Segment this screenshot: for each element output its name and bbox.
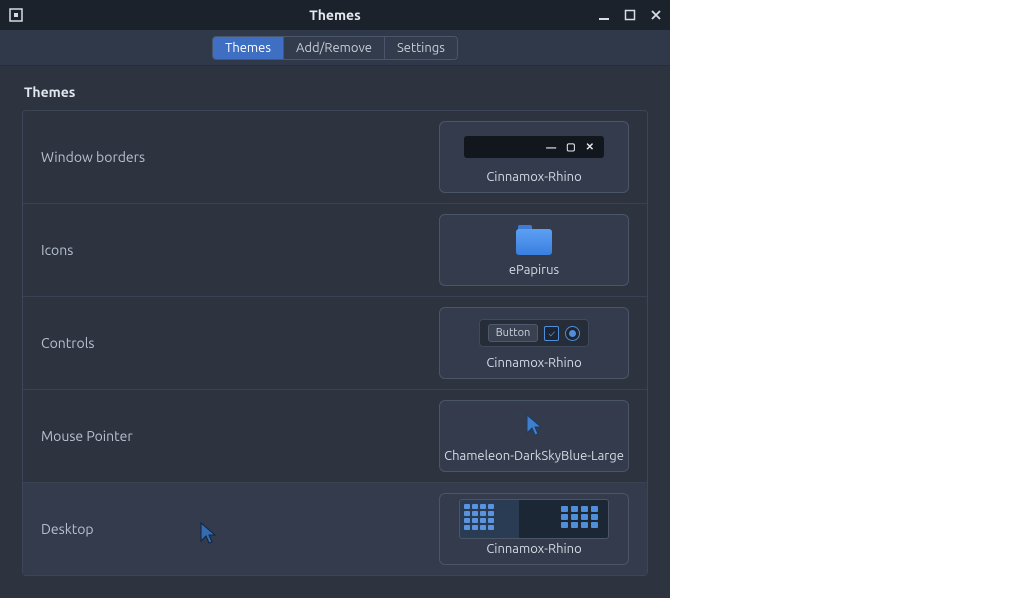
window-title: Themes [309,7,360,23]
mouse-pointer-value: Chameleon-DarkSkyBlue-Large [444,449,624,463]
label-controls: Controls [41,335,271,351]
mouse-pointer-preview [524,409,544,443]
preview-checkbox-icon: ✓ [544,326,559,341]
icons-preview [516,223,552,257]
themes-window: Themes Themes Add/Remove Settings Themes… [0,0,670,598]
label-icons: Icons [41,242,271,258]
system-cursor-icon [198,521,218,547]
row-controls: Controls Button ✓ Cinnamox-Rhino [23,297,647,390]
cursor-icon [524,413,544,439]
tab-themes[interactable]: Themes [213,37,284,59]
close-icon[interactable] [648,7,664,23]
preview-button: Button [488,324,539,342]
mouse-pointer-selector[interactable]: Chameleon-DarkSkyBlue-Large [439,400,629,472]
row-window-borders: Window borders — ▢ ✕ Cinnamox-Rhino [23,111,647,204]
row-desktop: Desktop [23,483,647,575]
tab-settings[interactable]: Settings [385,37,457,59]
controls-value: Cinnamox-Rhino [486,356,581,370]
section-heading: Themes [24,84,648,100]
controls-selector[interactable]: Button ✓ Cinnamox-Rhino [439,307,629,379]
row-mouse-pointer: Mouse Pointer Chameleon-DarkSkyBlue-Larg… [23,390,647,483]
folder-icon [516,225,552,255]
titlebar: Themes [0,0,670,30]
label-desktop: Desktop [41,521,271,537]
tab-add-remove[interactable]: Add/Remove [284,37,385,59]
window-borders-value: Cinnamox-Rhino [486,170,581,184]
desktop-selector[interactable]: Cinnamox-Rhino [439,493,629,565]
label-window-borders: Window borders [41,149,271,165]
window-border-preview: — ▢ ✕ [464,130,604,164]
preview-close-icon: ✕ [586,141,594,153]
window-borders-selector[interactable]: — ▢ ✕ Cinnamox-Rhino [439,121,629,193]
preview-minimize-icon: — [546,142,556,153]
icons-value: ePapirus [509,263,559,277]
themes-panel: Window borders — ▢ ✕ Cinnamox-Rhino Icon… [22,110,648,576]
toolbar: Themes Add/Remove Settings [0,30,670,66]
maximize-icon[interactable] [622,7,638,23]
preview-radio-icon [565,326,580,341]
desktop-preview [459,502,609,536]
minimize-icon[interactable] [596,7,612,23]
label-mouse-pointer: Mouse Pointer [41,428,271,444]
controls-preview: Button ✓ [479,316,590,350]
content: Themes Window borders — ▢ ✕ Cinnamox-Rhi… [0,66,670,598]
preview-maximize-icon: ▢ [566,141,575,153]
icons-selector[interactable]: ePapirus [439,214,629,286]
row-icons: Icons ePapirus [23,204,647,297]
tabbar: Themes Add/Remove Settings [212,36,458,60]
desktop-value: Cinnamox-Rhino [486,542,581,556]
window-menu-icon[interactable] [8,7,24,23]
